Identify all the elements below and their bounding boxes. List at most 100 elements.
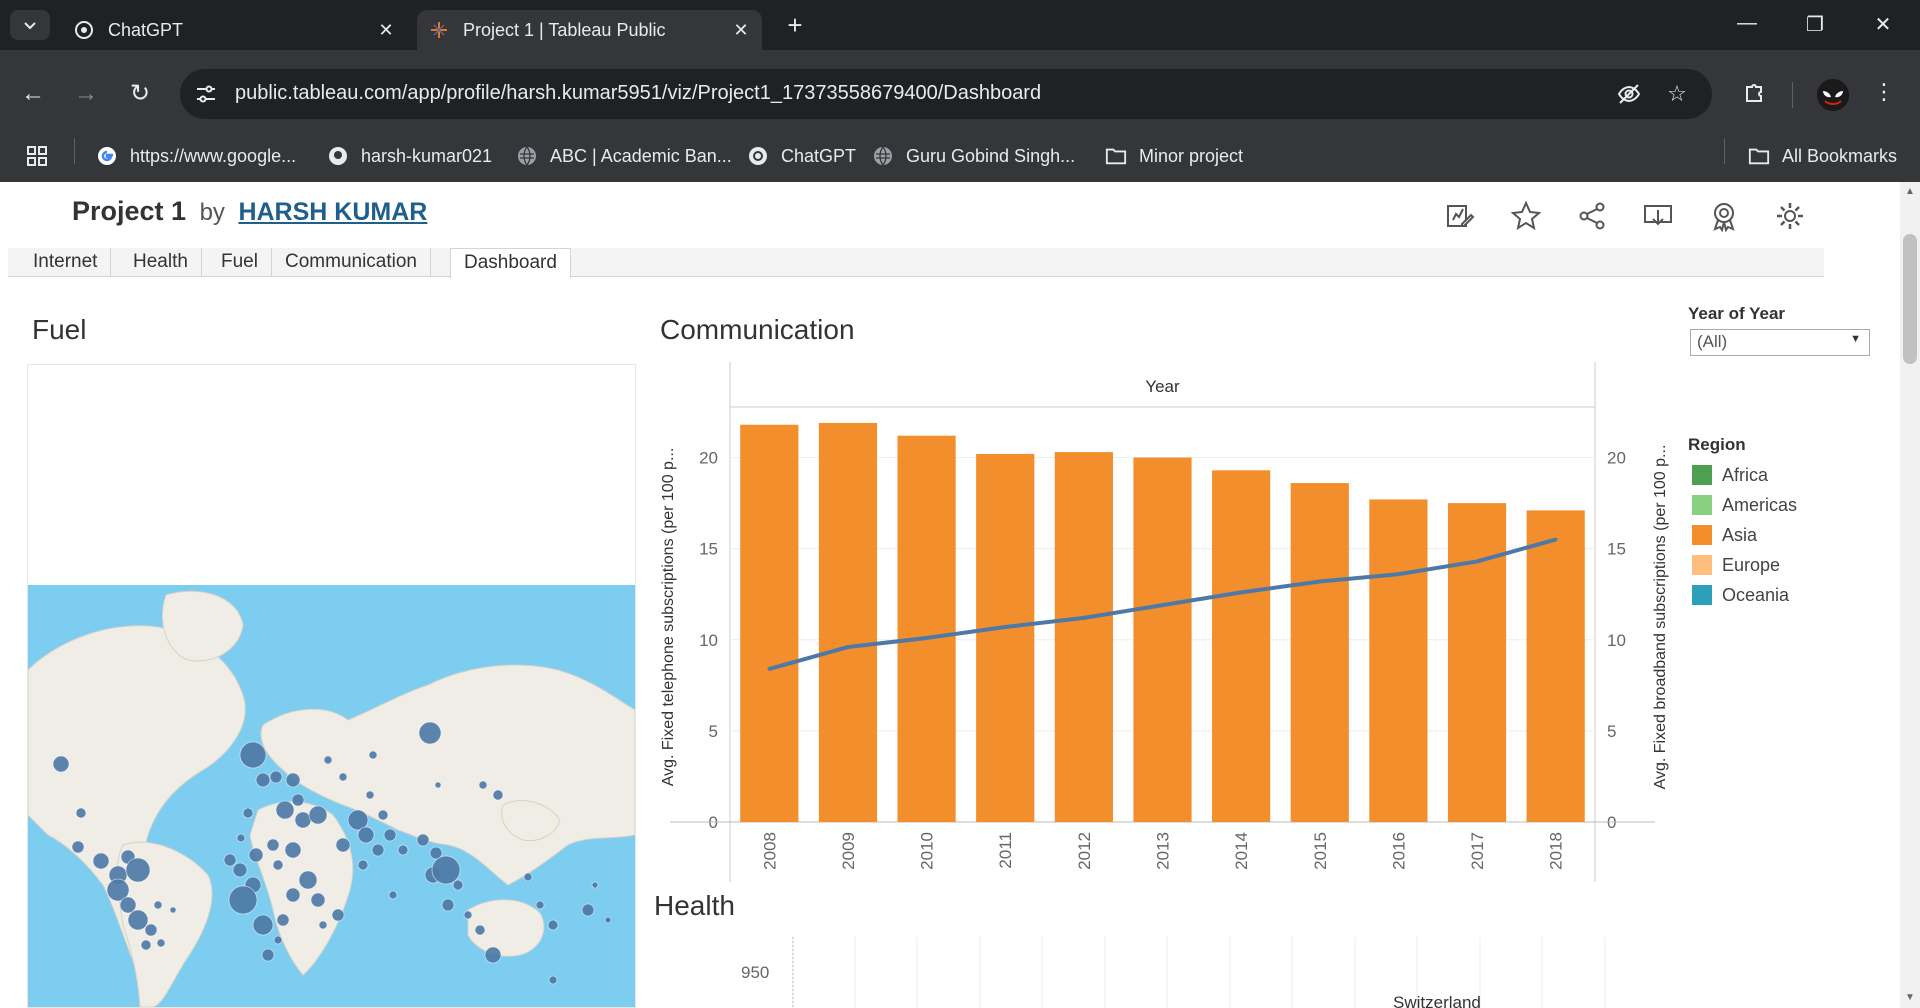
line-point-2018 xyxy=(1553,537,1558,542)
year-filter-dropdown[interactable]: (All) ▼ xyxy=(1690,329,1870,356)
tab-health[interactable]: Health xyxy=(120,248,202,277)
bookmark-label: harsh-kumar021 xyxy=(361,145,493,166)
legend-item-asia[interactable]: Asia xyxy=(1692,524,1757,546)
bookmark-chatgpt[interactable]: ChatGPT xyxy=(747,142,856,170)
line-point-2016 xyxy=(1396,572,1401,576)
globe-icon xyxy=(872,145,894,167)
line-point-2010 xyxy=(924,636,929,640)
bar-2011 xyxy=(976,453,1035,822)
bookmark-star-icon[interactable]: ☆ xyxy=(1663,81,1691,109)
x-tick-2017: 2017 xyxy=(1468,832,1487,870)
globe-icon xyxy=(516,145,538,167)
legend-swatch xyxy=(1692,525,1712,545)
line-point-2017 xyxy=(1475,559,1479,564)
download-icon[interactable] xyxy=(1642,200,1674,232)
github-icon xyxy=(327,145,349,167)
bookmark-label: Guru Gobind Singh... xyxy=(906,145,1076,166)
close-window-icon[interactable]: ✕ xyxy=(1860,12,1906,40)
folder-icon xyxy=(1105,145,1127,167)
close-tab-icon[interactable]: ✕ xyxy=(371,20,401,41)
extensions-icon[interactable] xyxy=(1738,79,1770,111)
viz-header: Project 1 by HARSH KUMAR xyxy=(72,196,427,227)
author-link[interactable]: HARSH KUMAR xyxy=(238,198,427,226)
health-label-switzerland: Switzerland xyxy=(1393,993,1481,1008)
sheet-tabs-bar: Internet Health Fuel Communication Dashb… xyxy=(8,248,1824,278)
x-tick-2016: 2016 xyxy=(1389,832,1408,870)
legend-label: Americas xyxy=(1722,494,1798,515)
tab-search-button[interactable] xyxy=(10,10,50,40)
y-tick-right: 20 xyxy=(1607,449,1626,468)
edit-viz-icon[interactable] xyxy=(1444,200,1476,232)
bookmark-google[interactable]: https://www.google... xyxy=(96,142,296,170)
x-tick-2009: 2009 xyxy=(839,832,858,870)
scroll-up-icon[interactable]: ▲ xyxy=(1903,186,1917,197)
legend-label: Oceania xyxy=(1722,584,1790,605)
bookmark-abc[interactable]: ABC | Academic Ban... xyxy=(516,142,732,170)
communication-chart[interactable]: Year 0 0 5 5 10 10 15 15 20 20 Avg. Fixed telephone… xyxy=(645,362,1675,902)
tab-fuel[interactable]: Fuel xyxy=(208,248,272,277)
share-icon[interactable] xyxy=(1576,200,1608,232)
tab-dashboard[interactable]: Dashboard xyxy=(450,248,571,278)
y-tick-right: 10 xyxy=(1607,631,1626,650)
fuel-map[interactable] xyxy=(27,364,636,1008)
bar-2009 xyxy=(818,422,878,822)
legend-item-americas[interactable]: Americas xyxy=(1692,494,1797,516)
world-map-svg xyxy=(27,585,636,1008)
restore-icon[interactable]: ❐ xyxy=(1792,12,1838,40)
legend-swatch xyxy=(1692,465,1712,485)
more-menu-icon[interactable]: ⋮ xyxy=(1868,79,1900,111)
reload-icon[interactable]: ↻ xyxy=(122,76,158,112)
forward-arrow-icon[interactable]: → xyxy=(68,76,104,112)
close-tab-icon[interactable]: ✕ xyxy=(726,20,756,41)
eye-off-icon[interactable] xyxy=(1615,81,1643,109)
browser-tab-chatgpt[interactable]: ChatGPT ✕ xyxy=(62,10,407,50)
minimize-icon[interactable]: — xyxy=(1724,12,1770,40)
bar-2017 xyxy=(1447,503,1507,822)
line-point-2011 xyxy=(1003,625,1008,629)
bar-2016 xyxy=(1369,499,1428,822)
bookmarks-divider xyxy=(1724,138,1725,164)
communication-sheet-title: Communication xyxy=(660,314,855,345)
line-point-2015 xyxy=(1317,579,1322,584)
y-axis-label-left: Avg. Fixed telephone subscriptions (per … xyxy=(660,448,677,787)
site-settings-icon[interactable] xyxy=(194,82,218,106)
legend-item-europe[interactable]: Europe xyxy=(1692,554,1780,576)
new-tab-button[interactable]: + xyxy=(780,12,810,40)
bookmark-minor-project[interactable]: Minor project xyxy=(1105,142,1243,170)
bar-2010 xyxy=(897,435,956,822)
address-bar[interactable]: public.tableau.com/app/profile/harsh.kum… xyxy=(180,69,1712,119)
legend-swatch xyxy=(1692,585,1712,605)
apps-grid-icon[interactable] xyxy=(26,142,48,170)
legend-item-africa[interactable]: Africa xyxy=(1692,464,1768,486)
y-tick-left: 15 xyxy=(699,540,718,559)
tab-communication[interactable]: Communication xyxy=(272,248,431,277)
badge-icon[interactable] xyxy=(1708,200,1740,232)
page-scroll-thumb[interactable] xyxy=(1903,234,1917,364)
profile-avatar[interactable] xyxy=(1817,79,1849,111)
bar-2012 xyxy=(1054,452,1113,822)
column-header-year: Year xyxy=(1145,377,1180,396)
scroll-down-icon[interactable]: ▼ xyxy=(1903,992,1917,1003)
bookmark-guru-gobind[interactable]: Guru Gobind Singh... xyxy=(872,142,1075,170)
legend-label: Europe xyxy=(1722,554,1781,575)
tab-internet[interactable]: Internet xyxy=(20,248,112,277)
year-filter-title: Year of Year xyxy=(1688,304,1786,323)
health-chart[interactable]: 950 Switzerland xyxy=(645,937,1675,1008)
browser-tab-tableau[interactable]: Project 1 | Tableau Public ✕ xyxy=(417,10,762,50)
line-point-2014 xyxy=(1239,590,1243,595)
bookmark-label: https://www.google... xyxy=(130,145,297,166)
all-bookmarks-button[interactable]: All Bookmarks xyxy=(1748,142,1897,170)
x-tick-2011: 2011 xyxy=(996,832,1015,869)
by-label: by xyxy=(199,199,225,226)
settings-gear-icon[interactable] xyxy=(1774,200,1806,232)
bookmarks-divider xyxy=(74,138,75,164)
favorite-star-icon[interactable] xyxy=(1510,200,1542,232)
line-point-2012 xyxy=(1082,616,1086,620)
toolbar-divider xyxy=(1792,82,1793,108)
legend-item-oceania[interactable]: Oceania xyxy=(1692,584,1789,606)
viz-title: Project 1 xyxy=(72,196,187,226)
x-tick-2013: 2013 xyxy=(1154,832,1173,870)
bookmark-github[interactable]: harsh-kumar021 xyxy=(327,142,492,170)
health-chart-svg: 950 Switzerland xyxy=(741,937,1606,1008)
back-arrow-icon[interactable]: ← xyxy=(15,76,51,112)
